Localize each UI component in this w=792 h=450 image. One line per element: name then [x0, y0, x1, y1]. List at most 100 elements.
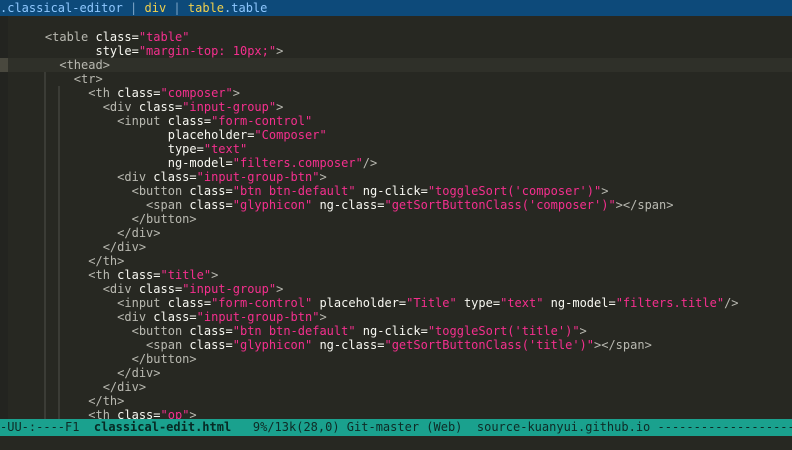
code-tag: >	[276, 100, 284, 114]
code-attribute: style=	[16, 44, 139, 58]
code-line[interactable]: </th>	[16, 254, 739, 268]
code-line[interactable]: <button class="btn btn-default" ng-click…	[16, 184, 739, 198]
code-string: "text"	[203, 142, 248, 156]
code-attribute: class=	[167, 114, 212, 128]
code-line[interactable]: style="margin-top: 10px;">	[16, 44, 739, 58]
code-line[interactable]: <span class="glyphicon" ng-class="getSor…	[16, 198, 739, 212]
code-tag: <span	[16, 338, 190, 352]
code-attribute: class=	[189, 198, 233, 212]
code-line[interactable]: <input class="form-control" placeholder=…	[16, 296, 738, 310]
code-tag: <div	[16, 100, 139, 114]
code-line[interactable]: <table class="table"	[16, 30, 739, 44]
code-string: "form-control"	[211, 114, 313, 128]
code-string: "glyphicon"	[232, 198, 313, 212]
code-line[interactable]: <th class="composer">	[16, 86, 739, 100]
code-line[interactable]: </div>	[16, 240, 739, 254]
code-string: "btn btn-default"	[232, 324, 356, 338]
code-string: "toggleSort('composer')"	[427, 184, 602, 198]
code-text[interactable]: <table class="table" style="margin-top: …	[16, 16, 739, 422]
code-tag: <input	[16, 296, 168, 310]
code-string: "table"	[138, 30, 190, 44]
code-tag: <span	[16, 198, 190, 212]
code-line[interactable]: </th>	[16, 394, 739, 408]
code-line[interactable]: <thead>	[16, 58, 739, 72]
code-string: "toggleSort('title')"	[427, 324, 580, 338]
code-tag: </div>	[16, 226, 161, 240]
code-tag: <button	[16, 184, 190, 198]
code-tag: >	[232, 86, 240, 100]
code-attribute: ng-click=	[355, 184, 428, 198]
code-attribute: type=	[16, 142, 204, 156]
code-attribute: placeholder=	[16, 128, 255, 142]
code-line[interactable]	[16, 16, 739, 30]
code-tag: </div>	[16, 240, 147, 254]
code-line[interactable]: <input class="form-control"	[16, 114, 739, 128]
breadcrumb-separator: |	[166, 1, 188, 15]
code-string: "form-control"	[211, 296, 313, 310]
code-tag: >	[319, 170, 327, 184]
code-string: "Title"	[406, 296, 457, 310]
code-attribute: class=	[95, 30, 139, 44]
left-fringe	[0, 16, 8, 419]
code-string: "margin-top: 10px;"	[138, 44, 277, 58]
code-line[interactable]: </button>	[16, 352, 739, 366]
code-tag: >	[211, 268, 219, 282]
breadcrumb-item-table-tag[interactable]: table	[188, 1, 224, 15]
code-attribute: class=	[138, 282, 183, 296]
code-attribute: class=	[153, 170, 197, 184]
code-string: "glyphicon"	[232, 338, 313, 352]
code-tag: >	[579, 324, 587, 338]
code-line[interactable]: <div class="input-group-btn">	[16, 170, 739, 184]
code-line[interactable]: </div>	[16, 226, 739, 240]
modeline-vc-branch[interactable]: Git-master	[340, 420, 419, 434]
code-line[interactable]: type="text"	[16, 142, 739, 156]
code-line[interactable]: placeholder="Composer"	[16, 128, 739, 142]
code-tag: <th	[16, 268, 118, 282]
code-string: "input-group"	[182, 100, 277, 114]
code-line[interactable]: </button>	[16, 212, 739, 226]
code-line[interactable]: ng-model="filters.composer"/>	[16, 156, 739, 170]
code-tag: </button>	[16, 352, 197, 366]
code-line[interactable]: <button class="btn btn-default" ng-click…	[16, 324, 739, 338]
code-attribute: class=	[117, 86, 161, 100]
code-attribute: type=	[456, 296, 501, 310]
code-string: "getSortButtonClass('title')"	[384, 338, 594, 352]
code-tag: <thead>	[16, 58, 110, 72]
code-attribute: class=	[117, 268, 161, 282]
code-tag: <input	[16, 114, 168, 128]
code-tag: ></span>	[615, 198, 674, 212]
code-tag: <div	[16, 170, 154, 184]
code-string: "filters.composer"	[232, 156, 363, 170]
modeline-major-mode[interactable]: (Web)	[419, 420, 462, 434]
code-attribute: class=	[138, 100, 183, 114]
code-line[interactable]: <div class="input-group-btn">	[16, 310, 739, 324]
modeline-project: source-kuanyui.github.io	[462, 420, 651, 434]
breadcrumb-item-table-class[interactable]: .table	[224, 1, 267, 15]
code-tag: </button>	[16, 212, 197, 226]
code-line[interactable]: <div class="input-group">	[16, 282, 739, 296]
breadcrumb-item-div[interactable]: div	[145, 1, 167, 15]
code-line[interactable]: </div>	[16, 380, 739, 394]
code-line[interactable]: <th class="title">	[16, 268, 739, 282]
code-string: "title"	[160, 268, 212, 282]
code-tag: <tr>	[16, 72, 103, 86]
code-attribute: class=	[153, 310, 197, 324]
editor-buffer[interactable]: <table class="table" style="margin-top: …	[0, 16, 792, 422]
minibuffer[interactable]	[0, 436, 792, 450]
code-line[interactable]: </div>	[16, 366, 739, 380]
code-string: "filters.title"	[615, 296, 725, 310]
code-tag: </div>	[16, 380, 147, 394]
code-line[interactable]: <div class="input-group">	[16, 100, 739, 114]
code-attribute: placeholder=	[312, 296, 407, 310]
breadcrumb-item-classical-editor[interactable]: .classical-editor	[0, 1, 123, 15]
code-line[interactable]: <tr>	[16, 72, 739, 86]
code-tag: >	[276, 44, 284, 58]
code-attribute: class=	[189, 184, 233, 198]
modeline-filename[interactable]: classical-edit.html	[94, 420, 231, 434]
code-tag: />	[362, 156, 378, 170]
code-line[interactable]: <span class="glyphicon" ng-class="getSor…	[16, 338, 739, 352]
code-string: "btn btn-default"	[232, 184, 356, 198]
code-string: "input-group"	[182, 282, 277, 296]
code-tag: <	[16, 30, 53, 44]
mode-line: -UU-:----F1 classical-edit.html 9%/13k(2…	[0, 419, 792, 436]
